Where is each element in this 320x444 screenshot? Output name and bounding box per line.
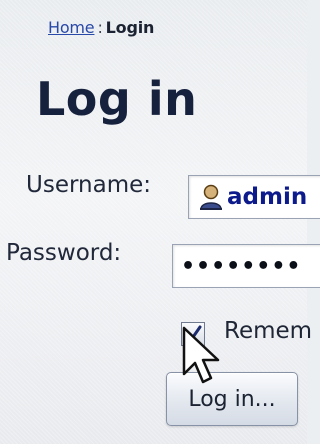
breadcrumb-home-link[interactable]: Home xyxy=(48,18,95,37)
password-label: Password: xyxy=(6,240,122,266)
user-icon xyxy=(199,183,223,211)
username-label: Username: xyxy=(26,172,151,198)
username-field[interactable]: admin xyxy=(188,175,320,219)
remember-label: Remem xyxy=(224,318,313,344)
password-value: •••••••• xyxy=(181,253,302,279)
page-title: Log in xyxy=(36,72,198,126)
username-value: admin xyxy=(227,184,308,210)
breadcrumb: Home: Login xyxy=(48,18,154,37)
breadcrumb-separator: : xyxy=(97,18,103,37)
password-field[interactable]: •••••••• xyxy=(172,244,320,288)
login-page: Home: Login Log in Username: admin Passwo… xyxy=(0,0,320,444)
arrow-cursor-icon xyxy=(182,326,220,384)
breadcrumb-current: Login xyxy=(105,18,155,37)
